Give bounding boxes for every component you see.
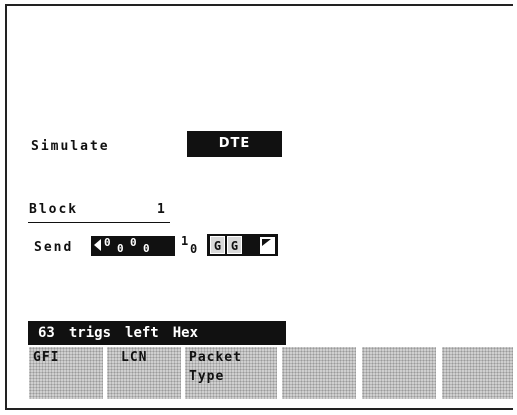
send-tail-bit: 1 (181, 234, 189, 248)
send-tail-sub: 0 (190, 242, 198, 256)
status-word2: left (125, 325, 159, 341)
send-label: Send (34, 240, 74, 255)
softkey-6[interactable] (442, 347, 513, 399)
status-count: 63 (38, 325, 55, 341)
status-mode: Hex (172, 325, 199, 341)
softkey-label-2: Type (189, 369, 225, 384)
flag-icon (262, 239, 271, 246)
softkey-lcn[interactable]: LCN (107, 347, 181, 399)
simulate-label: Simulate (31, 139, 110, 154)
softkey-label: GFI (33, 350, 60, 365)
send-field-g2[interactable]: G (227, 236, 242, 254)
softkey-label: LCN (121, 350, 148, 365)
softkey-packet-type[interactable]: Packet Type (185, 347, 277, 399)
status-word1: trigs (68, 325, 112, 341)
simulate-value-button[interactable]: DTE (187, 131, 282, 157)
softkey-4[interactable] (282, 347, 356, 399)
softkey-5[interactable] (362, 347, 436, 399)
send-field-g1[interactable]: G (210, 236, 225, 254)
left-arrow-icon (94, 239, 101, 251)
bit-1: 0 (117, 242, 124, 255)
status-bar: 63 trigs left Hex (28, 321, 286, 345)
bit-0: 0 (104, 236, 111, 249)
block-number[interactable]: 1 (157, 202, 167, 217)
block-underline (28, 222, 170, 223)
block-label: Block (29, 202, 79, 217)
bit-2: 0 (130, 236, 137, 249)
softkey-gfi[interactable]: GFI (29, 347, 103, 399)
softkey-label: Packet (189, 350, 242, 365)
send-bits-field[interactable]: 0 0 0 0 (91, 236, 175, 256)
bit-3: 0 (143, 242, 150, 255)
